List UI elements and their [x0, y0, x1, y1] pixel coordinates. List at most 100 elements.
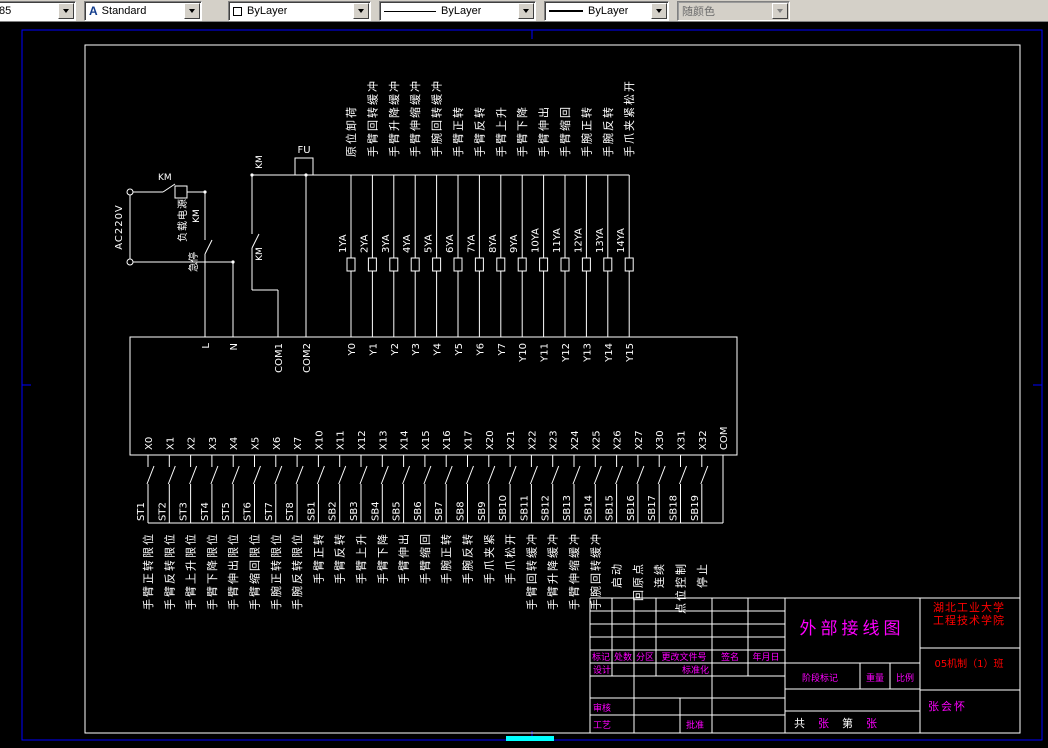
lineweight-combo-arrow[interactable]	[651, 3, 667, 19]
text-style-combo[interactable]: A Standard	[84, 1, 202, 21]
input-description: 手臂回转缓冲	[524, 532, 538, 610]
plc-top-terminal: Y11	[540, 343, 551, 363]
plc-bottom-terminal: X13	[378, 430, 389, 450]
chevron-down-icon	[656, 9, 662, 13]
layer-combo-arrow[interactable]	[58, 3, 74, 19]
text-style-value: Standard	[101, 5, 147, 17]
coil-label: 2YA	[359, 234, 370, 253]
plc-top-terminal: Y12	[561, 343, 572, 363]
chevron-down-icon	[777, 9, 783, 13]
switch-label: SB9	[477, 501, 488, 521]
output-description: 手臂上升	[494, 105, 508, 157]
linetype-combo[interactable]: ByLayer	[379, 1, 536, 21]
coil-label: 10YA	[531, 228, 542, 253]
plc-top-terminal: L	[201, 343, 212, 349]
output-description: 手臂伸出	[537, 105, 551, 157]
switch-label: ST6	[243, 502, 254, 521]
switch-label: SB16	[626, 495, 637, 521]
plc-top-terminal: Y5	[454, 343, 465, 356]
input-description: 手臂下降	[375, 532, 389, 584]
plc-bottom-terminal: X7	[293, 437, 304, 450]
switch-label: SB8	[456, 501, 467, 521]
plc-bottom-terminal: X12	[357, 430, 368, 450]
output-description: 手臂正转	[451, 105, 465, 157]
layer-combo[interactable]: 85	[0, 1, 76, 21]
plc-bottom-terminal: X3	[208, 437, 219, 450]
coil-label: 3YA	[381, 234, 392, 253]
switch-label: ST4	[200, 502, 211, 521]
input-description: 手臂伸出限位	[226, 532, 240, 610]
plc-top-terminal: Y2	[390, 343, 401, 356]
output-description: 手臂反转	[472, 105, 486, 157]
weight-label: 重量	[866, 672, 884, 684]
switch-label: SB13	[562, 495, 573, 521]
color-combo[interactable]: ByLayer	[228, 1, 371, 21]
km-label: KM	[255, 155, 265, 169]
input-description: 连续	[652, 562, 666, 588]
output-description: 手爪夹紧松开	[622, 79, 636, 157]
coil-label: 14YA	[616, 228, 627, 253]
plc-bottom-terminal: X22	[527, 430, 538, 450]
input-description: 手腕反转限位	[290, 532, 304, 610]
switch-label: ST7	[264, 502, 275, 521]
input-description: 手臂反转	[333, 532, 347, 584]
input-description: 手爪松开	[503, 532, 517, 584]
plc-bottom-terminal: X31	[677, 430, 688, 450]
plc-bottom-terminal: X16	[442, 430, 453, 450]
plc-bottom-terminal: X14	[400, 430, 411, 450]
title-block: 标记 处数 分区 更改文件号 签名 年月日设计 标准化审核工艺 批准 阶段标记 重量 比例 外部接线图…	[589, 597, 1021, 734]
input-description: 停止	[695, 562, 709, 588]
lineweight-combo[interactable]: ByLayer	[544, 1, 669, 21]
plc-top-terminal: Y13	[582, 343, 593, 363]
coil-label: 11YA	[552, 228, 563, 253]
output-description: 手腕正转	[579, 105, 593, 157]
rev-header: 分区	[636, 652, 654, 663]
plc-top-terminal: COM1	[274, 343, 285, 373]
plc-top-terminal: COM2	[302, 343, 313, 373]
switch-label: SB19	[690, 495, 701, 521]
switch-label: SB18	[669, 495, 680, 521]
coil-label: 12YA	[573, 228, 584, 253]
cad-drawing-canvas[interactable]: KMKMAC220V 负载电源急停 KMKMFU 原位卸荷1YA手臂回转缓冲2YA手臂…	[0, 0, 1048, 748]
plc-top-terminal: Y0	[347, 343, 358, 356]
plc-bottom-terminal: X0	[144, 437, 155, 450]
text-style-arrow[interactable]	[184, 3, 200, 19]
input-section: ST1 手臂正转限位ST2 手臂反转限位ST3 手臂上升限位ST4 手臂下降限位ST5 手…	[136, 455, 724, 614]
switch-label: SB4	[370, 501, 381, 521]
input-description: 手臂上升限位	[184, 532, 198, 610]
input-description: 手腕正转	[439, 532, 453, 584]
scale-label: 比例	[896, 672, 914, 684]
properties-toolbar: 85 A Standard ByLayer ByLayer ByLayer 随颜…	[0, 0, 1048, 22]
plc-bottom-terminal: X23	[549, 430, 560, 450]
plc-top-terminal: Y15	[625, 343, 636, 363]
switch-label: ST1	[136, 502, 147, 521]
plc-bottom-terminal: X10	[314, 430, 325, 450]
input-description: 手腕反转	[461, 532, 475, 584]
author-name: 张会怀	[928, 700, 967, 713]
switch-label: SB11	[519, 495, 530, 521]
output-description: 手臂升降缓冲	[387, 79, 401, 157]
plc-bottom-terminal: X24	[570, 430, 581, 450]
standardize-label: 标准化	[682, 664, 709, 676]
rev-header: 年月日	[752, 651, 779, 663]
power-circuit: KMKMAC220V 负载电源急停 KMKMFU	[114, 145, 314, 337]
lineweight-combo-value: ByLayer	[588, 5, 629, 17]
plc-bottom-terminal: X30	[655, 430, 666, 450]
coil-label: 4YA	[402, 234, 413, 253]
process-label: 工艺	[593, 720, 611, 731]
plc-bottom-terminal: X20	[485, 430, 496, 450]
plc-top-terminal: N	[229, 343, 240, 350]
plc-top-terminal: Y3	[411, 343, 422, 356]
km-label: KM	[158, 173, 172, 183]
linetype-preview-icon	[384, 10, 436, 12]
design-label: 设计	[593, 664, 611, 676]
linetype-combo-arrow[interactable]	[518, 3, 534, 19]
input-description: 手臂正转限位	[141, 532, 155, 610]
input-description: 手爪夹紧	[482, 532, 496, 584]
output-description: 手臂缩回	[558, 105, 572, 157]
color-swatch-icon	[233, 6, 242, 16]
color-combo-arrow[interactable]	[353, 3, 369, 19]
switch-label: SB3	[349, 501, 360, 521]
school-name-line1: 湖北工业大学	[933, 600, 1005, 614]
switch-label: SB10	[498, 495, 509, 521]
